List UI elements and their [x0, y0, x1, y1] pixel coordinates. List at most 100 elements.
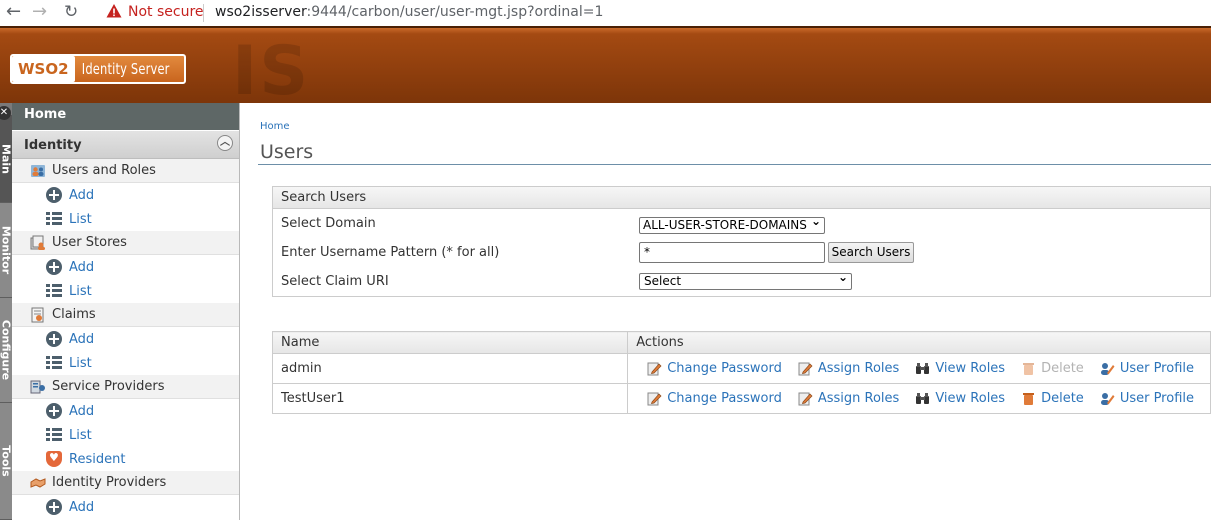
sidebar-item-user-stores[interactable]: User Stores: [12, 231, 239, 255]
sidebar-item-claims-list[interactable]: List: [12, 351, 239, 375]
view-roles-link[interactable]: View Roles: [915, 391, 1005, 406]
sidebar-item-sp-resident[interactable]: Resident: [12, 447, 239, 471]
sidebar-item-userstores-list[interactable]: List: [12, 279, 239, 303]
sidebar-item-label: Add: [69, 187, 95, 203]
change-password-link[interactable]: Change Password: [647, 391, 782, 406]
search-users-panel: Search Users Select Domain ALL-USER-STOR…: [272, 186, 1211, 297]
url-path: :9444/carbon/user/user-mgt.jsp?ordinal=1: [306, 4, 604, 20]
sidebar-item-users-and-roles[interactable]: Users and Roles: [12, 159, 239, 183]
action-label: Change Password: [667, 391, 782, 406]
claim-select-value: Select: [644, 274, 682, 288]
change-password-link[interactable]: Change Password: [647, 361, 782, 376]
binoculars-icon: [916, 363, 930, 374]
sidebar-item-label: Add: [69, 499, 95, 515]
service-providers-icon: [30, 380, 45, 393]
claim-uri-select[interactable]: Select: [639, 270, 852, 290]
user-profile-link[interactable]: User Profile: [1100, 361, 1194, 376]
actions-cell: Change Password Assign Roles View Roles …: [627, 383, 1211, 414]
action-label: Assign Roles: [817, 391, 900, 406]
sidebar-item-label: List: [69, 427, 92, 443]
sidebar-item-label: List: [69, 283, 92, 299]
domain-label: Select Domain: [281, 216, 376, 231]
delete-link[interactable]: Delete: [1021, 391, 1084, 406]
sidebar-item-claims-add[interactable]: Add: [12, 327, 239, 351]
add-icon: [46, 259, 62, 275]
breadcrumb[interactable]: Home: [260, 121, 290, 132]
product-name: Identity Server: [81, 60, 170, 78]
list-icon: [46, 355, 62, 371]
sidebar-item-sp-add[interactable]: Add: [12, 399, 239, 423]
sidebar-section-identity[interactable]: Identity ︿: [12, 130, 239, 159]
sidebar-item-idp-add[interactable]: Add: [12, 495, 239, 519]
claims-icon: [31, 307, 44, 322]
tab-configure[interactable]: Configure: [0, 298, 12, 403]
table-row: admin Change Password Assign Roles View …: [272, 353, 1211, 384]
sidebar-item-users-add[interactable]: Add: [12, 183, 239, 207]
sidebar-item-label: Add: [69, 259, 95, 275]
search-users-heading: Search Users: [273, 187, 1210, 209]
sidebar-item-userstores-add[interactable]: Add: [12, 255, 239, 279]
username-pattern-input[interactable]: *: [639, 242, 825, 263]
main-content: Home Users Search Users Select Domain AL…: [240, 103, 1211, 520]
sidebar-item-sp-list[interactable]: List: [12, 423, 239, 447]
reload-icon[interactable]: ↻: [64, 3, 78, 21]
action-label: Assign Roles: [817, 361, 900, 376]
tab-tools[interactable]: Tools: [0, 403, 12, 520]
trash-icon: [1023, 363, 1035, 375]
user-profile-link[interactable]: User Profile: [1100, 391, 1194, 406]
sidebar-item-claims[interactable]: Claims: [12, 303, 239, 327]
sidebar-item-label: Identity Providers: [52, 475, 167, 490]
sidebar-item-label: Claims: [52, 307, 96, 322]
tab-monitor[interactable]: Monitor: [0, 203, 12, 298]
tab-main[interactable]: Main: [0, 115, 12, 203]
warning-icon[interactable]: [106, 3, 122, 19]
column-header-name: Name: [272, 331, 629, 354]
action-label: Delete: [1041, 361, 1084, 376]
sidebar-item-label: Users and Roles: [52, 163, 156, 178]
search-users-button[interactable]: Search Users: [828, 242, 914, 263]
delete-link-disabled: Delete: [1021, 361, 1084, 376]
action-label: View Roles: [935, 391, 1006, 406]
forward-arrow-icon[interactable]: →: [32, 3, 47, 21]
sidebar-item-label: List: [69, 355, 92, 371]
assign-roles-link[interactable]: Assign Roles: [798, 391, 899, 406]
users-roles-icon: [31, 164, 45, 177]
edit-pencil-icon: [798, 392, 813, 406]
url-separator: [203, 4, 204, 22]
header-watermark: IS: [232, 32, 311, 111]
page-title: Users: [260, 141, 314, 163]
vertical-tab-strip: Main Monitor Configure Tools: [0, 103, 12, 520]
list-icon: [46, 427, 62, 443]
title-divider: [258, 164, 1211, 165]
back-arrow-icon[interactable]: ←: [6, 3, 21, 21]
app-header: IS WSO2 Identity Server: [0, 26, 1211, 111]
assign-roles-link[interactable]: Assign Roles: [798, 361, 899, 376]
sidebar-section-label: Identity: [24, 138, 82, 153]
action-label: User Profile: [1119, 391, 1194, 406]
user-name-cell: admin: [272, 353, 629, 384]
sidebar: Home Identity ︿ Users and Roles Add List…: [12, 103, 240, 520]
identity-providers-icon: [30, 477, 46, 488]
table-row: TestUser1 Change Password Assign Roles V…: [272, 383, 1211, 414]
sidebar-home[interactable]: Home: [12, 103, 239, 130]
action-label: View Roles: [935, 361, 1006, 376]
add-icon: [46, 499, 62, 515]
action-label: Delete: [1041, 391, 1084, 406]
wso2-logo[interactable]: WSO2 Identity Server: [10, 54, 186, 84]
security-status[interactable]: Not secure: [128, 4, 204, 20]
edit-pencil-icon: [647, 392, 662, 406]
domain-select[interactable]: ALL-USER-STORE-DOMAINS: [639, 214, 825, 234]
sidebar-item-label: Resident: [69, 451, 126, 467]
view-roles-link[interactable]: View Roles: [915, 361, 1005, 376]
address-bar[interactable]: wso2isserver:9444/carbon/user/user-mgt.j…: [215, 4, 603, 20]
sidebar-item-identity-providers[interactable]: Identity Providers: [12, 471, 239, 495]
chevron-up-icon[interactable]: ︿: [217, 135, 233, 151]
add-icon: [46, 403, 62, 419]
domain-select-value: ALL-USER-STORE-DOMAINS: [643, 218, 807, 232]
sidebar-item-service-providers[interactable]: Service Providers: [12, 375, 239, 399]
user-name-cell: TestUser1: [272, 383, 629, 414]
sidebar-item-label: Add: [69, 403, 95, 419]
tab-monitor-label: Monitor: [0, 225, 12, 275]
sidebar-item-users-list[interactable]: List: [12, 207, 239, 231]
action-label: User Profile: [1119, 361, 1194, 376]
